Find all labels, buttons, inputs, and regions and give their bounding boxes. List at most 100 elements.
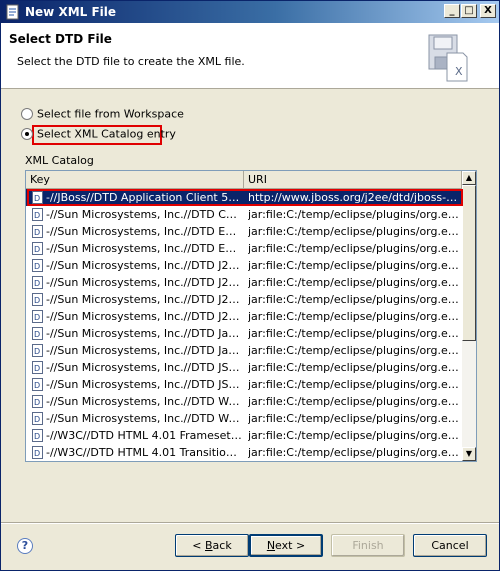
selected-row-highlight	[27, 189, 463, 206]
svg-text:D: D	[34, 364, 40, 373]
new-xml-file-dialog: New XML File _ □ X Select DTD File Selec…	[0, 0, 500, 571]
cell-uri: jar:file:C:/temp/eclipse/plugins/org.ecl…	[248, 361, 460, 374]
svg-text:D: D	[34, 449, 40, 458]
cell-key: -//W3C//DTD HTML 4.01 Frameset//EN	[46, 429, 242, 442]
cell-uri: jar:file:C:/temp/eclipse/plugins/org.ecl…	[248, 395, 460, 408]
xml-catalog-label: XML Catalog	[25, 154, 94, 167]
cancel-button[interactable]: Cancel	[413, 534, 487, 557]
table-header: Key URI	[26, 171, 462, 189]
table-row[interactable]: D -//Sun Microsystems, Inc.//DTD Java... j…	[26, 342, 462, 359]
svg-text:D: D	[34, 228, 40, 237]
cell-key: -//Sun Microsystems, Inc.//DTD Web ...	[46, 395, 242, 408]
dtd-file-icon: D	[32, 242, 43, 255]
table-row[interactable]: D -//Sun Microsystems, Inc.//DTD J2EE ...…	[26, 257, 462, 274]
svg-text:D: D	[34, 415, 40, 424]
table-row[interactable]: D -//Sun Microsystems, Inc.//DTD JSP T...…	[26, 376, 462, 393]
workspace-radio-option[interactable]: Select file from Workspace	[21, 107, 184, 123]
wizard-header: Select DTD File Select the DTD file to c…	[1, 23, 499, 89]
table-row[interactable]: D -//Sun Microsystems, Inc.//DTD Enter...…	[26, 240, 462, 257]
dtd-file-icon: D	[32, 395, 43, 408]
svg-text:D: D	[34, 245, 40, 254]
page-title: Select DTD File	[9, 32, 112, 46]
column-header-uri[interactable]: URI	[244, 171, 462, 189]
svg-text:D: D	[34, 330, 40, 339]
catalog-radio-option[interactable]: Select XML Catalog entry	[21, 127, 176, 143]
dtd-file-icon: D	[32, 310, 43, 323]
cell-key: -//Sun Microsystems, Inc.//DTD J2EE ...	[46, 293, 242, 306]
cell-uri: jar:file:C:/temp/eclipse/plugins/org.ecl…	[248, 310, 460, 323]
back-mnemonic: B	[205, 539, 213, 552]
cell-uri: jar:file:C:/temp/eclipse/plugins/org.ecl…	[248, 446, 460, 459]
scroll-up-button[interactable]: ▲	[462, 171, 476, 185]
dtd-file-icon: D	[32, 378, 43, 391]
table-row[interactable]: D -//Sun Microsystems, Inc.//DTD JSP T...…	[26, 359, 462, 376]
svg-text:D: D	[34, 296, 40, 305]
finish-button[interactable]: Finish	[331, 534, 405, 557]
table-row[interactable]: D -//Sun Microsystems, Inc.//DTD Web ... j…	[26, 393, 462, 410]
table-row[interactable]: D -//Sun Microsystems, Inc.//DTD Enter...…	[26, 223, 462, 240]
cell-uri: jar:file:C:/temp/eclipse/plugins/org.ecl…	[248, 327, 460, 340]
dtd-file-icon: D	[32, 276, 43, 289]
dtd-file-icon: D	[32, 344, 43, 357]
catalog-radio[interactable]	[21, 128, 33, 140]
cell-key: -//Sun Microsystems, Inc.//DTD Enter...	[46, 242, 242, 255]
table-row[interactable]: D -//Sun Microsystems, Inc.//DTD J2EE ...…	[26, 291, 462, 308]
scroll-thumb[interactable]	[462, 185, 476, 341]
footer-separator	[1, 522, 499, 524]
cell-uri: jar:file:C:/temp/eclipse/plugins/org.ecl…	[248, 259, 460, 272]
svg-text:D: D	[34, 262, 40, 271]
dtd-file-icon: D	[32, 327, 43, 340]
svg-text:D: D	[34, 432, 40, 441]
cell-uri: jar:file:C:/temp/eclipse/plugins/org.ecl…	[248, 412, 460, 425]
dtd-file-icon: D	[32, 225, 43, 238]
cell-key: -//Sun Microsystems, Inc.//DTD Web ...	[46, 412, 242, 425]
cell-key: -//Sun Microsystems, Inc.//DTD Java...	[46, 327, 242, 340]
vertical-scrollbar[interactable]: ▲ ▼	[462, 171, 476, 461]
table-row[interactable]: D -//W3C//DTD HTML 4.01 Frameset//EN jar:f…	[26, 427, 462, 444]
close-button[interactable]: X	[480, 4, 496, 18]
back-prefix: <	[192, 539, 205, 552]
dtd-file-icon: D	[32, 412, 43, 425]
svg-text:D: D	[34, 347, 40, 356]
cell-key: -//Sun Microsystems, Inc.//DTD Enter...	[46, 225, 242, 238]
table-row[interactable]: D -//Sun Microsystems, Inc.//DTD Java... j…	[26, 325, 462, 342]
xml-file-icon	[6, 4, 19, 20]
cell-key: -//W3C//DTD HTML 4.01 Transitional/...	[46, 446, 242, 459]
dtd-file-icon: D	[32, 429, 43, 442]
workspace-radio[interactable]	[21, 108, 33, 120]
next-rest: ext >	[275, 539, 306, 552]
svg-text:D: D	[34, 381, 40, 390]
maximize-button[interactable]: □	[461, 4, 477, 18]
svg-text:D: D	[34, 313, 40, 322]
next-button[interactable]: Next >	[249, 534, 323, 557]
help-icon[interactable]: ?	[17, 538, 33, 554]
catalog-radio-label: Select XML Catalog entry	[37, 127, 176, 141]
cell-uri: jar:file:C:/temp/eclipse/plugins/org.ecl…	[248, 429, 460, 442]
table-row[interactable]: D -//Sun Microsystems, Inc.//DTD J2EE ...…	[26, 308, 462, 325]
back-rest: ack	[212, 539, 232, 552]
cell-key: -//Sun Microsystems, Inc.//DTD Conn...	[46, 208, 242, 221]
dtd-file-icon: D	[32, 259, 43, 272]
cell-key: -//Sun Microsystems, Inc.//DTD J2EE ...	[46, 276, 242, 289]
table-row[interactable]: D -//Sun Microsystems, Inc.//DTD Conn... j…	[26, 206, 462, 223]
table-row[interactable]: D -//Sun Microsystems, Inc.//DTD J2EE ...…	[26, 274, 462, 291]
xml-catalog-table[interactable]: Key URI D -//JBoss//DTD Application Clien…	[25, 170, 477, 462]
svg-text:D: D	[34, 279, 40, 288]
window-title: New XML File	[25, 5, 117, 19]
title-bar[interactable]: New XML File _ □ X	[1, 1, 499, 23]
cell-uri: jar:file:C:/temp/eclipse/plugins/org.ecl…	[248, 208, 460, 221]
cell-uri: jar:file:C:/temp/eclipse/plugins/org.ecl…	[248, 242, 460, 255]
workspace-radio-label: Select file from Workspace	[37, 107, 184, 121]
cell-uri: jar:file:C:/temp/eclipse/plugins/org.ecl…	[248, 378, 460, 391]
dtd-file-icon: D	[32, 293, 43, 306]
dtd-file-icon: D	[32, 208, 43, 221]
minimize-button[interactable]: _	[444, 4, 460, 18]
back-button[interactable]: < Back	[175, 534, 249, 557]
column-header-key[interactable]: Key	[26, 171, 244, 189]
cell-key: -//Sun Microsystems, Inc.//DTD JSP T...	[46, 361, 242, 374]
svg-text:X: X	[455, 65, 463, 78]
table-row[interactable]: D -//Sun Microsystems, Inc.//DTD Web ... j…	[26, 410, 462, 427]
scroll-down-button[interactable]: ▼	[462, 447, 476, 461]
table-row[interactable]: D -//W3C//DTD HTML 4.01 Transitional/... j…	[26, 444, 462, 461]
next-mnemonic: N	[266, 539, 276, 552]
